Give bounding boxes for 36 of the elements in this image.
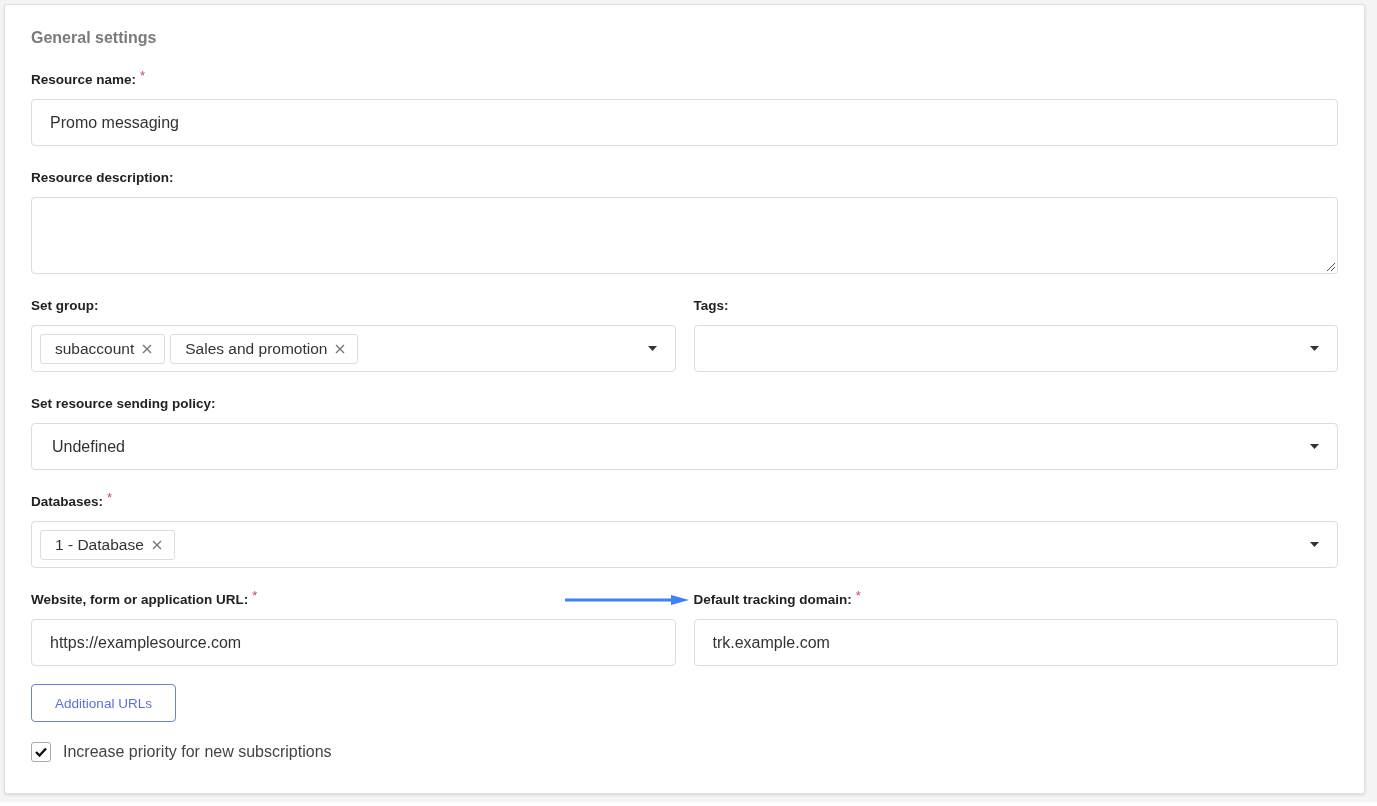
- remove-icon[interactable]: [142, 343, 153, 354]
- input-field[interactable]: https://examplesource.com: [31, 619, 676, 666]
- field-label: Set group:: [31, 297, 99, 315]
- required-mark: *: [140, 70, 146, 82]
- tag-chip[interactable]: subaccount: [40, 333, 166, 364]
- multiselect-field[interactable]: [693, 325, 1338, 372]
- additional-urls-button[interactable]: Additional URLs: [31, 684, 176, 722]
- section-title: General settings: [31, 29, 158, 47]
- remove-icon[interactable]: [151, 539, 162, 550]
- checkbox-label[interactable]: Increase priority for new subscriptions: [63, 743, 332, 761]
- input-field[interactable]: trk.example.com: [693, 619, 1338, 666]
- caret-icon: [647, 346, 657, 351]
- field-label: Set resource sending policy:: [31, 395, 216, 413]
- field-label: Resource name:: [31, 71, 137, 89]
- field-label: Databases:: [31, 493, 104, 511]
- caret-icon: [1310, 444, 1319, 449]
- resize-icon: [1326, 262, 1335, 271]
- field-label: Website, form or application URL:: [31, 591, 249, 609]
- tag-chip[interactable]: Sales and promotion: [170, 333, 359, 364]
- checkbox[interactable]: [31, 742, 51, 762]
- required-mark: *: [107, 492, 113, 504]
- input-field[interactable]: Promo messaging: [31, 99, 1338, 146]
- required-mark: *: [855, 590, 861, 602]
- required-mark: *: [252, 590, 258, 602]
- caret-icon: [1310, 542, 1319, 547]
- textarea-field[interactable]: [31, 197, 1338, 274]
- field-label: Resource description:: [31, 169, 174, 187]
- checkmark-icon: [35, 747, 47, 757]
- multiselect-field[interactable]: 1 - Database: [31, 521, 1338, 568]
- remove-icon[interactable]: [335, 343, 346, 354]
- tag-chip[interactable]: 1 - Database: [40, 529, 175, 560]
- multiselect-field[interactable]: subaccount Sales and promotion: [31, 325, 676, 372]
- field-label: Tags:: [693, 297, 729, 315]
- caret-icon: [1310, 346, 1319, 351]
- select-field[interactable]: Undefined: [31, 423, 1338, 470]
- field-label: Default tracking domain:: [693, 591, 852, 609]
